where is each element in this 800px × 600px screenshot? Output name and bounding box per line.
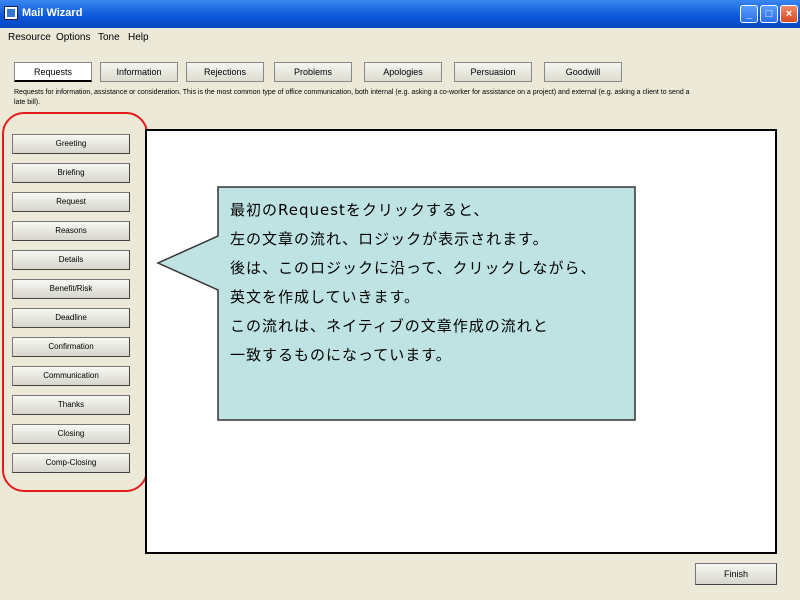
minimize-button[interactable]: _ [740,5,758,23]
briefing-button[interactable]: Briefing [12,163,130,183]
details-button[interactable]: Details [12,250,130,270]
communication-button[interactable]: Communication [12,366,130,386]
confirmation-button[interactable]: Confirmation [12,337,130,357]
callout-line: 最初のRequestをクリックすると、 [230,201,490,219]
tab-requests[interactable]: Requests [14,62,92,82]
finish-button[interactable]: Finish [695,563,777,585]
benefit-risk-button[interactable]: Benefit/Risk [12,279,130,299]
menu-resource[interactable]: Resource [8,32,51,43]
closing-button[interactable]: Closing [12,424,130,444]
menu-help[interactable]: Help [128,32,149,43]
tab-rejections[interactable]: Rejections [186,62,264,82]
menu-tone[interactable]: Tone [98,32,120,43]
request-button[interactable]: Request [12,192,130,212]
tab-problems[interactable]: Problems [274,62,352,82]
callout-line: 後は、このロジックに沿って、クリックしながら、 [230,259,597,277]
deadline-button[interactable]: Deadline [12,308,130,328]
tab-description: Requests for information, assistance or … [14,89,690,106]
menu-bar: Resource Options Tone Help [0,28,800,48]
reasons-button[interactable]: Reasons [12,221,130,241]
tab-information[interactable]: Information [100,62,178,82]
callout-text: 最初のRequestをクリックすると、 左の文章の流れ、ロジックが表示されます。… [230,196,630,370]
tab-apologies[interactable]: Apologies [364,62,442,82]
app-icon [4,6,18,20]
comp-closing-button[interactable]: Comp-Closing [12,453,130,473]
window-title: Mail Wizard [22,7,83,19]
callout-line: 英文を作成していきます。 [230,288,421,306]
callout-line: 左の文章の流れ、ロジックが表示されます。 [230,230,549,248]
callout-line: 一致するものになっています。 [230,346,452,364]
thanks-button[interactable]: Thanks [12,395,130,415]
callout-line: この流れは、ネイティブの文章作成の流れと [230,317,549,335]
tab-persuasion[interactable]: Persuasion [454,62,532,82]
menu-options[interactable]: Options [56,32,90,43]
greeting-button[interactable]: Greeting [12,134,130,154]
maximize-button[interactable]: □ [760,5,778,23]
title-bar: Mail Wizard _ □ × [0,0,800,28]
tab-goodwill[interactable]: Goodwill [544,62,622,82]
close-button[interactable]: × [780,5,798,23]
